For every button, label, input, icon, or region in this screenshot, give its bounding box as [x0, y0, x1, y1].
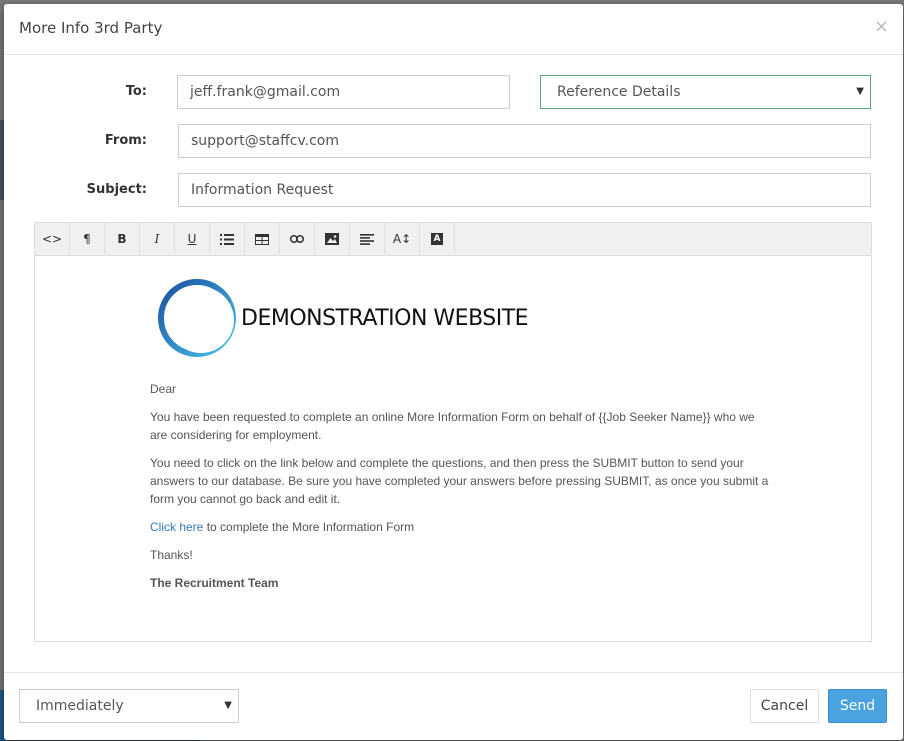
email-modal: More Info 3rd Party × To: jeff.frank@gma… — [4, 4, 903, 740]
from-label: From: — [104, 133, 147, 148]
email-signature: The Recruitment Team — [150, 576, 279, 590]
modal-title: More Info 3rd Party — [19, 19, 163, 37]
subject-label: Subject: — [86, 182, 147, 197]
template-select-value: Reference Details — [557, 84, 681, 100]
underline-icon[interactable]: U — [175, 223, 210, 255]
link-icon[interactable] — [280, 223, 315, 255]
editor-content[interactable]: DEMONSTRATION WEBSITE Dear You have been… — [35, 256, 871, 641]
email-paragraph-1: You have been requested to complete an o… — [150, 410, 755, 442]
to-row: To: jeff.frank@gmail.com Reference Detai… — [4, 75, 903, 109]
schedule-value: Immediately — [36, 698, 124, 714]
image-icon[interactable] — [315, 223, 350, 255]
send-button[interactable]: Send — [828, 689, 887, 723]
code-view-icon[interactable]: <> — [35, 223, 70, 255]
paragraph-icon[interactable]: ¶ — [70, 223, 105, 255]
logo-ring-icon — [158, 279, 236, 357]
rich-text-editor: <> ¶ B I U A↕ A DEMONSTRATION WEBSITE De… — [34, 222, 872, 642]
modal-footer: Immediately ▼ Cancel Send — [4, 672, 903, 740]
from-field[interactable]: support@staffcv.com — [178, 124, 871, 158]
logo-text: DEMONSTRATION WEBSITE — [241, 306, 529, 331]
modal-header: More Info 3rd Party × — [4, 4, 903, 55]
click-here-link[interactable]: Click here — [150, 520, 203, 534]
unordered-list-icon[interactable] — [210, 223, 245, 255]
chevron-down-icon: ▼ — [856, 86, 864, 97]
email-link-line: Click here to complete the More Informat… — [150, 518, 770, 536]
company-logo: DEMONSTRATION WEBSITE — [155, 278, 535, 362]
email-paragraph-2: You need to click on the link below and … — [150, 456, 769, 506]
link-suffix: to complete the More Information Form — [203, 520, 415, 534]
align-icon[interactable] — [350, 223, 385, 255]
editor-toolbar: <> ¶ B I U A↕ A — [35, 223, 871, 256]
from-row: From: support@staffcv.com — [4, 124, 903, 158]
bold-icon[interactable]: B — [105, 223, 140, 255]
chevron-down-icon: ▼ — [224, 700, 232, 711]
italic-icon[interactable]: I — [140, 223, 175, 255]
schedule-select[interactable]: Immediately ▼ — [19, 689, 239, 723]
subject-field[interactable]: Information Request — [178, 173, 871, 207]
to-label: To: — [125, 84, 147, 99]
close-icon[interactable]: × — [874, 16, 889, 37]
font-color-glyph: A — [431, 233, 443, 245]
font-color-icon[interactable]: A — [420, 223, 455, 255]
subject-row: Subject: Information Request — [4, 173, 903, 207]
email-thanks: Thanks! — [150, 548, 193, 562]
font-size-icon[interactable]: A↕ — [385, 223, 420, 255]
template-select[interactable]: Reference Details ▼ — [540, 75, 871, 109]
table-icon[interactable] — [245, 223, 280, 255]
cancel-button[interactable]: Cancel — [750, 689, 819, 723]
email-greeting: Dear — [150, 382, 177, 396]
to-field[interactable]: jeff.frank@gmail.com — [177, 75, 510, 109]
